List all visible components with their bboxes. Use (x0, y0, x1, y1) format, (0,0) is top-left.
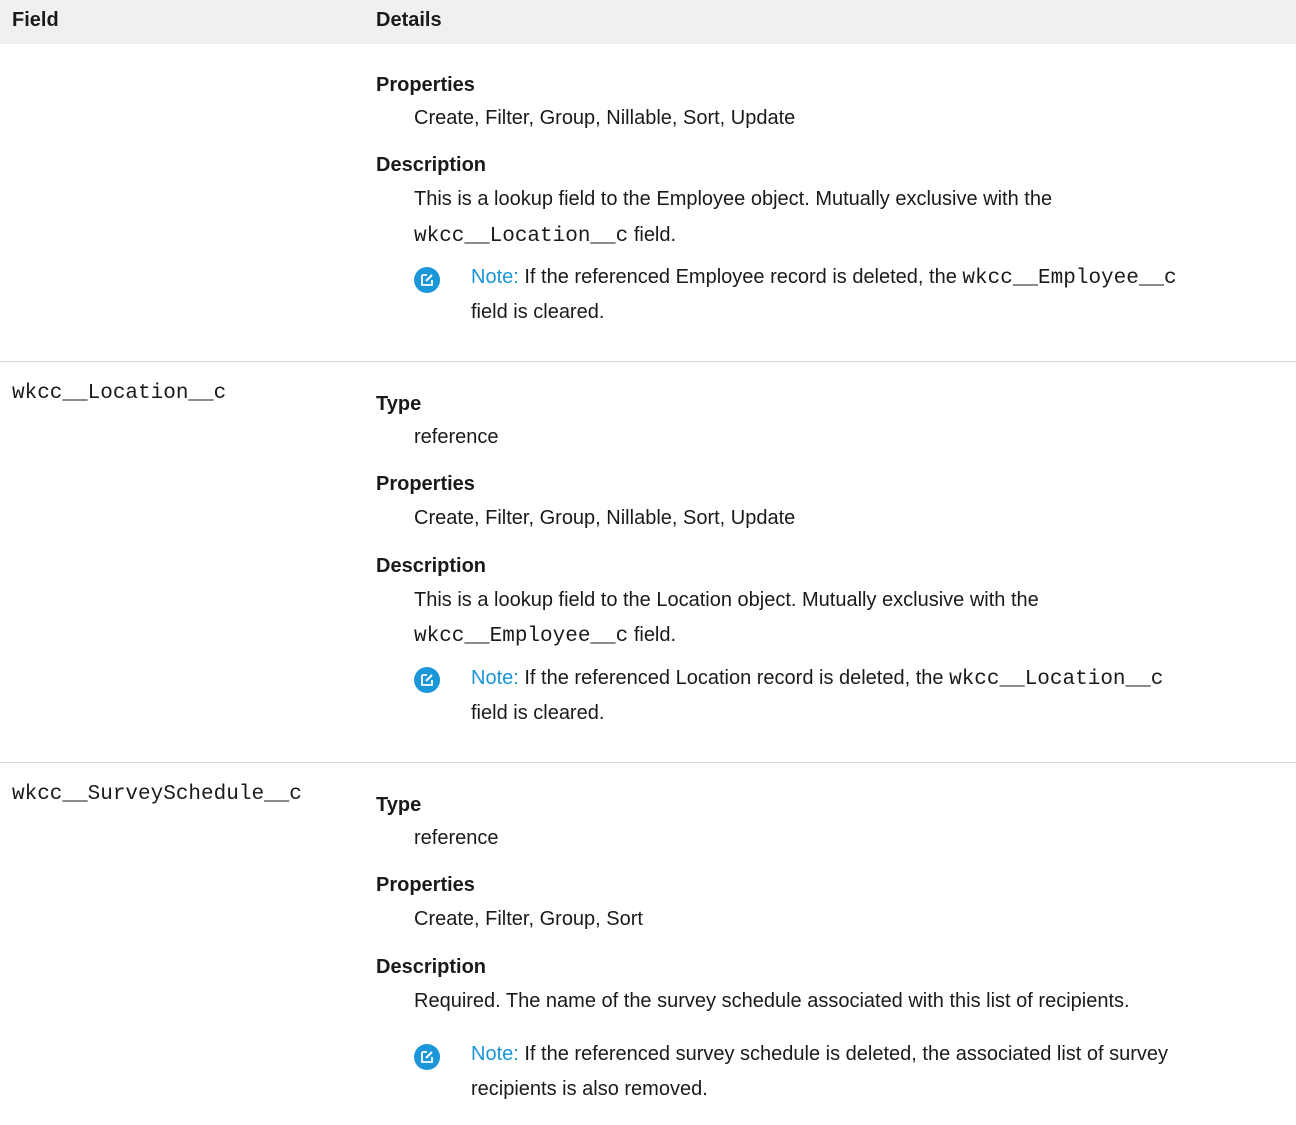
field-name: wkcc__SurveySchedule__c (12, 783, 302, 806)
note-label: Note: (471, 266, 519, 288)
field-name: wkcc__Location__c (12, 382, 227, 405)
note-label: Note: (471, 1043, 519, 1065)
note-text: Note: If the referenced Location record … (471, 667, 1163, 691)
description-suffix: field. (633, 624, 677, 646)
note-text: Note: If the referenced survey schedule … (471, 1043, 1168, 1066)
description-label: Description (376, 956, 487, 978)
properties-value: Create, Filter, Group, Sort (414, 908, 643, 930)
table-row: Properties Create, Filter, Group, Nillab… (0, 44, 1296, 360)
description-text: Required. The name of the survey schedul… (414, 990, 1130, 1012)
note-text: Note: If the referenced Employee record … (471, 266, 1177, 290)
description-label: Description (376, 555, 487, 577)
description-text-line2: wkcc__Location__c field. (414, 224, 676, 248)
edit-note-icon (414, 267, 440, 293)
type-label: Type (376, 794, 422, 816)
type-value: reference (414, 426, 499, 448)
code-reference: wkcc__Employee__c (962, 267, 1177, 290)
note-text-line2: field is cleared. (471, 702, 605, 724)
properties-label: Properties (376, 74, 475, 96)
note-text-line2: field is cleared. (471, 301, 605, 323)
properties-value: Create, Filter, Group, Nillable, Sort, U… (414, 107, 796, 129)
type-label: Type (376, 393, 422, 415)
table-row: wkcc__Location__c Type reference Propert… (0, 361, 1296, 760)
type-value: reference (414, 827, 499, 849)
properties-value: Create, Filter, Group, Nillable, Sort, U… (414, 507, 796, 529)
code-reference: wkcc__Employee__c (414, 625, 629, 648)
note-text-pre: If the referenced Location record is del… (524, 667, 944, 689)
properties-label: Properties (376, 473, 475, 495)
table-header: Field Details (0, 0, 1296, 44)
description-text: This is a lookup field to the Location o… (414, 589, 1039, 611)
table-row: wkcc__SurveySchedule__c Type reference P… (0, 762, 1296, 1125)
note-label: Note: (471, 667, 519, 689)
description-suffix: field. (633, 224, 677, 246)
code-reference: wkcc__Location__c (949, 668, 1164, 691)
note-text-line2: recipients is also removed. (471, 1078, 708, 1100)
description-text-line2: wkcc__Employee__c field. (414, 624, 676, 648)
description-text: This is a lookup field to the Employee o… (414, 188, 1053, 210)
code-reference: wkcc__Location__c (414, 225, 629, 248)
note-text-pre: If the referenced Employee record is del… (524, 266, 957, 288)
description-label: Description (376, 154, 487, 176)
properties-label: Properties (376, 874, 475, 896)
edit-note-icon (414, 1044, 440, 1070)
note-text-pre: If the referenced survey schedule is del… (524, 1043, 1169, 1065)
column-header-details: Details (376, 9, 442, 31)
edit-note-icon (414, 667, 440, 693)
column-header-field: Field (12, 9, 59, 31)
